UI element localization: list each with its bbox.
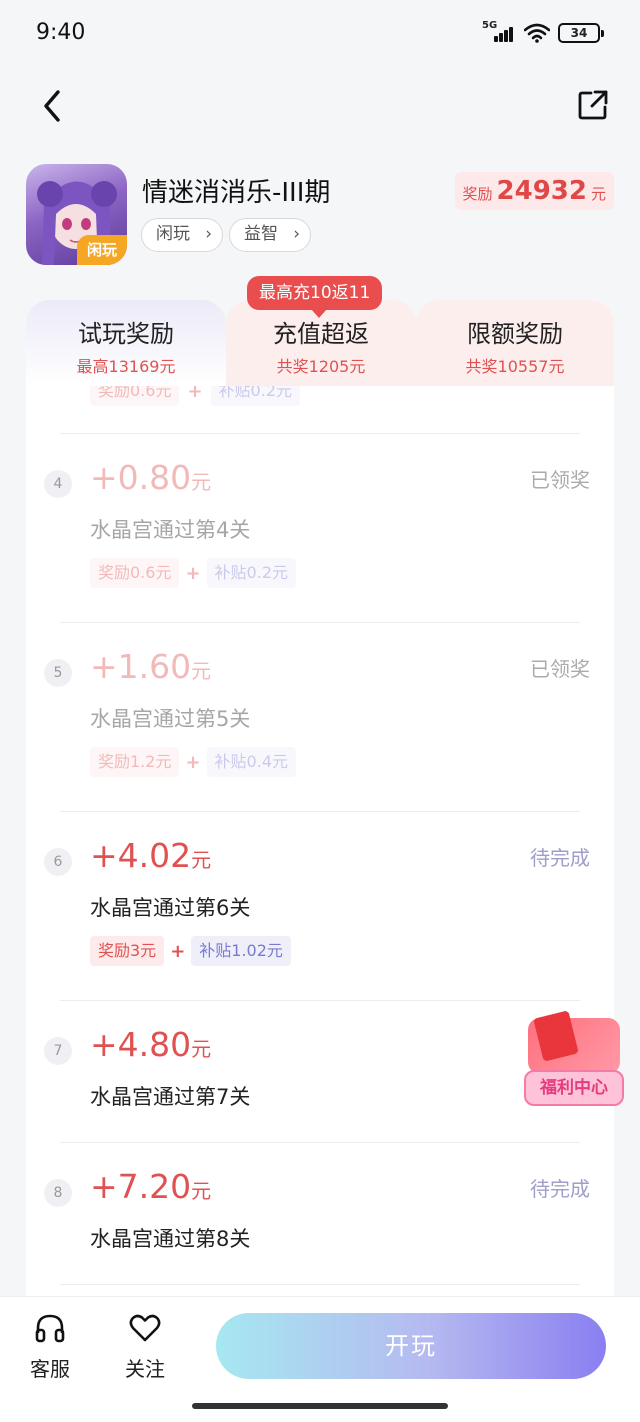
- chevron-right-icon: ›: [293, 224, 300, 244]
- customer-service-label: 客服: [30, 1357, 70, 1381]
- welfare-center-button[interactable]: 福利中心: [524, 1010, 624, 1106]
- tab-trial-reward-sub: 最高13169元: [76, 357, 176, 376]
- task-number: 5: [44, 659, 72, 687]
- task-item-8[interactable]: 8 +7.20元 待完成 水晶宫通过第8关: [26, 1145, 614, 1285]
- task-description: 水晶宫通过第7关: [90, 1085, 251, 1109]
- headphones-icon: [35, 1314, 65, 1343]
- task-number: 7: [44, 1037, 72, 1065]
- tab-recharge-return-sub: 共奖1205元: [276, 357, 366, 376]
- plus-sign: +: [170, 940, 186, 962]
- plus-sign: +: [185, 751, 201, 773]
- subsidy-chip: 补贴0.4元: [206, 747, 296, 777]
- divider: [60, 622, 580, 623]
- divider: [60, 1142, 580, 1143]
- divider: [60, 1284, 580, 1285]
- plus-sign: +: [185, 562, 201, 584]
- reward-chip: 奖励3元: [90, 936, 165, 966]
- task-status: 待完成: [530, 846, 590, 870]
- task-amount-value: +0.80: [90, 458, 192, 497]
- recharge-promo-badge: 最高充10返11: [247, 276, 383, 318]
- task-amount-value: +4.02: [90, 836, 192, 875]
- divider: [60, 1000, 580, 1001]
- task-status: 待完成: [530, 1177, 590, 1201]
- tab-limited-reward-label: 限额奖励: [467, 320, 563, 348]
- task-status: 已领奖: [530, 468, 590, 492]
- task-number: 6: [44, 848, 72, 876]
- welfare-center-label: 福利中心: [524, 1070, 624, 1106]
- tag-casual-label: 闲玩: [156, 224, 190, 244]
- total-reward-unit: 元: [590, 185, 606, 203]
- task-description: 水晶宫通过第5关: [90, 707, 251, 731]
- tag-puzzle[interactable]: 益智 ›: [229, 218, 311, 252]
- task-description: 水晶宫通过第8关: [90, 1227, 251, 1251]
- network-type: 5G: [482, 20, 498, 31]
- signal-icon: 5G: [482, 20, 516, 44]
- game-title: 情迷消消乐-III期: [142, 178, 331, 208]
- total-reward-label: 奖励: [462, 185, 493, 203]
- task-description: 水晶宫通过第6关: [90, 896, 251, 920]
- plus-sign: +: [187, 386, 203, 402]
- task-amount: +4.02元: [90, 836, 211, 875]
- follow-label: 关注: [125, 1357, 165, 1381]
- divider: [60, 811, 580, 812]
- bottom-action-bar: 客服 关注 开玩: [0, 1296, 640, 1422]
- task-amount-unit: 元: [191, 1037, 212, 1061]
- tag-puzzle-label: 益智: [244, 224, 278, 244]
- follow-button[interactable]: 关注: [115, 1311, 175, 1382]
- task-item-6[interactable]: 6 +4.02元 待完成 水晶宫通过第6关 奖励3元 + 补贴1.02元: [26, 814, 614, 1002]
- task-amount-unit: 元: [191, 659, 212, 683]
- task-amount-value: +7.20: [90, 1167, 192, 1206]
- tab-trial-reward[interactable]: 试玩奖励 最高13169元: [26, 300, 226, 386]
- task-number: 4: [44, 470, 72, 498]
- reward-chip: 奖励0.6元: [90, 558, 180, 588]
- task-list: 奖励0.6元 + 补贴0.2元 4 +0.80元 已领奖 水晶宫通过第4关 奖励…: [26, 386, 614, 1306]
- task-amount-value: +1.60: [90, 647, 192, 686]
- tag-casual[interactable]: 闲玩 ›: [141, 218, 223, 252]
- total-reward-amount: 24932: [496, 176, 587, 206]
- game-icon-tag: 闲玩: [77, 235, 127, 265]
- chevron-left-icon[interactable]: [38, 88, 68, 124]
- task-amount: +4.80元: [90, 1025, 211, 1064]
- status-icons: 5G 34: [482, 20, 604, 44]
- task-amount-value: +4.80: [90, 1025, 192, 1064]
- task-chips: 奖励3元 + 补贴1.02元: [90, 936, 291, 966]
- task-amount-unit: 元: [191, 848, 212, 872]
- start-play-button[interactable]: 开玩: [216, 1313, 606, 1379]
- task-amount-unit: 元: [191, 470, 212, 494]
- subsidy-chip: 补贴1.02元: [191, 936, 291, 966]
- share-icon[interactable]: [576, 88, 610, 122]
- customer-service-button[interactable]: 客服: [20, 1311, 80, 1382]
- task-chips: 奖励0.6元 + 补贴0.2元: [90, 558, 296, 588]
- game-app-icon: 闲玩: [26, 164, 127, 265]
- status-bar: 9:40 5G 34: [0, 0, 640, 70]
- task-amount: +0.80元: [90, 458, 211, 497]
- battery-icon: 34: [558, 23, 604, 43]
- total-reward-badge: 奖励 24932 元: [454, 172, 614, 210]
- task-amount: +1.60元: [90, 647, 211, 686]
- heart-icon: [129, 1314, 161, 1342]
- task-chips: 奖励1.2元 + 补贴0.4元: [90, 747, 296, 777]
- chevron-right-icon: ›: [205, 224, 212, 244]
- task-item-5[interactable]: 5 +1.60元 已领奖 水晶宫通过第5关 奖励1.2元 + 补贴0.4元: [26, 625, 614, 813]
- reward-chip: 奖励0.6元: [90, 386, 180, 406]
- subsidy-chip: 补贴0.2元: [206, 558, 296, 588]
- task-amount: +7.20元: [90, 1167, 211, 1206]
- tab-limited-reward[interactable]: 限额奖励 共奖10557元: [416, 300, 614, 386]
- divider: [60, 433, 580, 434]
- subsidy-chip: 补贴0.2元: [210, 386, 300, 406]
- tab-recharge-return-label: 充值超返: [273, 320, 369, 348]
- status-time: 9:40: [36, 20, 86, 45]
- task-number: 8: [44, 1179, 72, 1207]
- task-item-4[interactable]: 4 +0.80元 已领奖 水晶宫通过第4关 奖励0.6元 + 补贴0.2元: [26, 436, 614, 624]
- reward-chip: 奖励1.2元: [90, 747, 180, 777]
- task-description: 水晶宫通过第4关: [90, 518, 251, 542]
- task-status: 已领奖: [530, 657, 590, 681]
- task-amount-unit: 元: [191, 1179, 212, 1203]
- tab-trial-reward-label: 试玩奖励: [78, 320, 174, 348]
- tab-limited-reward-sub: 共奖10557元: [465, 357, 565, 376]
- home-indicator: [192, 1403, 448, 1409]
- partial-task-chips: 奖励0.6元 + 补贴0.2元: [90, 386, 300, 406]
- wifi-icon: [524, 23, 550, 43]
